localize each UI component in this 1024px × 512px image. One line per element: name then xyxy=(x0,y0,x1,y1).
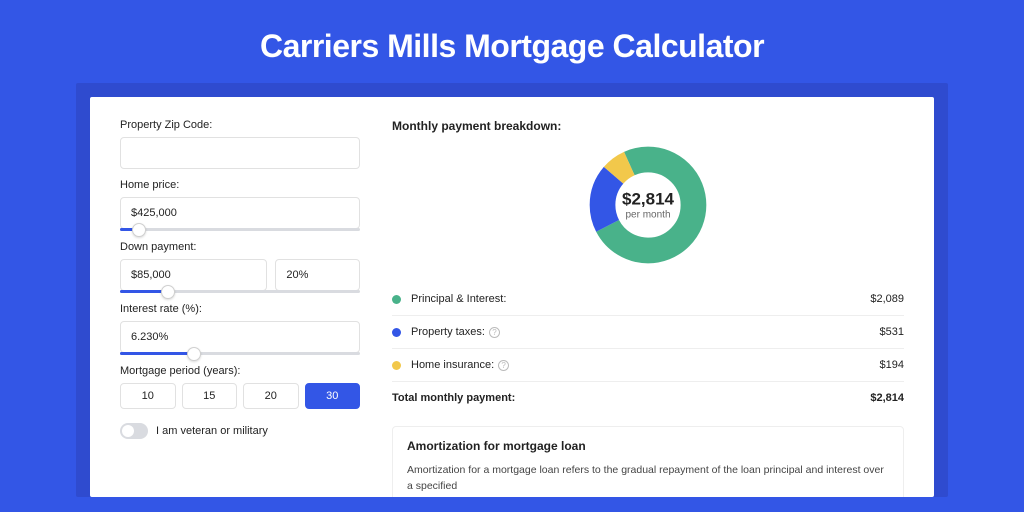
legend-total-row: Total monthly payment:$2,814 xyxy=(392,382,904,414)
down-payment-label: Down payment: xyxy=(120,241,360,253)
home-price-slider-thumb[interactable] xyxy=(132,223,146,237)
down-payment-pct-input[interactable] xyxy=(275,259,360,291)
legend-row: Home insurance:?$194 xyxy=(392,349,904,382)
interest-slider[interactable] xyxy=(120,352,360,355)
veteran-label: I am veteran or military xyxy=(156,425,268,437)
legend-value: $2,089 xyxy=(870,293,904,305)
period-btn-10[interactable]: 10 xyxy=(120,383,176,409)
down-payment-slider-thumb[interactable] xyxy=(161,285,175,299)
period-label: Mortgage period (years): xyxy=(120,365,360,377)
down-payment-slider[interactable] xyxy=(120,290,360,293)
interest-field: Interest rate (%): xyxy=(120,303,360,355)
home-price-slider[interactable] xyxy=(120,228,360,231)
legend-label: Property taxes:? xyxy=(411,326,880,338)
period-btn-20[interactable]: 20 xyxy=(243,383,299,409)
donut-amount: $2,814 xyxy=(622,190,674,210)
home-price-label: Home price: xyxy=(120,179,360,191)
legend-label: Principal & Interest: xyxy=(411,293,870,305)
legend-dot-icon xyxy=(392,328,401,337)
payment-donut-chart: $2,814 per month xyxy=(588,145,708,265)
page-title: Carriers Mills Mortgage Calculator xyxy=(0,0,1024,83)
legend-total-value: $2,814 xyxy=(870,392,904,404)
breakdown-title: Monthly payment breakdown: xyxy=(392,119,904,133)
calculator-card-outer: Property Zip Code: Home price: Down paym… xyxy=(76,83,948,497)
info-icon[interactable]: ? xyxy=(498,360,509,371)
interest-slider-thumb[interactable] xyxy=(187,347,201,361)
calculator-card: Property Zip Code: Home price: Down paym… xyxy=(90,97,934,497)
amortization-title: Amortization for mortgage loan xyxy=(407,439,889,453)
legend-dot-icon xyxy=(392,295,401,304)
legend-row: Property taxes:?$531 xyxy=(392,316,904,349)
home-price-input[interactable] xyxy=(120,197,360,229)
home-price-field: Home price: xyxy=(120,179,360,231)
zip-input[interactable] xyxy=(120,137,360,169)
amortization-text: Amortization for a mortgage loan refers … xyxy=(407,463,889,495)
down-payment-field: Down payment: xyxy=(120,241,360,293)
info-icon[interactable]: ? xyxy=(489,327,500,338)
veteran-toggle[interactable] xyxy=(120,423,148,439)
form-column: Property Zip Code: Home price: Down paym… xyxy=(120,119,360,497)
period-btn-15[interactable]: 15 xyxy=(182,383,238,409)
amortization-box: Amortization for mortgage loan Amortizat… xyxy=(392,426,904,497)
donut-sub: per month xyxy=(622,210,674,221)
interest-label: Interest rate (%): xyxy=(120,303,360,315)
breakdown-column: Monthly payment breakdown: $2,814 per mo… xyxy=(392,119,904,497)
zip-field: Property Zip Code: xyxy=(120,119,360,169)
legend-value: $194 xyxy=(880,359,904,371)
legend: Principal & Interest:$2,089Property taxe… xyxy=(392,283,904,414)
legend-total-label: Total monthly payment: xyxy=(392,392,870,404)
legend-row: Principal & Interest:$2,089 xyxy=(392,283,904,316)
legend-value: $531 xyxy=(880,326,904,338)
donut-wrap: $2,814 per month xyxy=(392,133,904,283)
legend-dot-icon xyxy=(392,361,401,370)
interest-input[interactable] xyxy=(120,321,360,353)
zip-label: Property Zip Code: xyxy=(120,119,360,131)
interest-slider-fill xyxy=(120,352,194,355)
donut-center: $2,814 per month xyxy=(622,190,674,221)
period-button-group: 10152030 xyxy=(120,383,360,409)
legend-label: Home insurance:? xyxy=(411,359,880,371)
down-payment-input[interactable] xyxy=(120,259,267,291)
period-btn-30[interactable]: 30 xyxy=(305,383,361,409)
veteran-row: I am veteran or military xyxy=(120,423,360,439)
period-field: Mortgage period (years): 10152030 xyxy=(120,365,360,409)
